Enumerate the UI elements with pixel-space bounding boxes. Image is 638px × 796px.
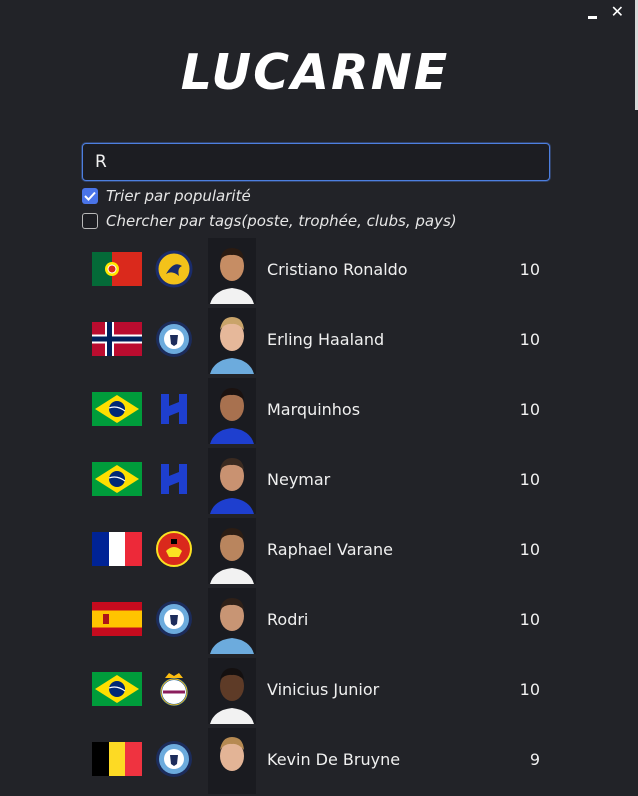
manchester-city-crest-icon: [156, 741, 192, 777]
search-tags-option[interactable]: Chercher par tags(poste, trophée, clubs,…: [82, 212, 457, 230]
player-score: 10: [519, 260, 540, 279]
player-score: 10: [519, 470, 540, 489]
al-hilal-crest-icon: [161, 394, 187, 424]
belgium-flag-icon: [92, 742, 142, 776]
player-photo: [208, 518, 256, 584]
manchester-city-crest-icon: [156, 601, 192, 637]
player-score: 10: [519, 610, 540, 629]
player-photo: [208, 728, 256, 794]
player-score: 10: [519, 330, 540, 349]
player-row[interactable]: Neymar 10: [0, 446, 638, 516]
player-score: 10: [519, 400, 540, 419]
player-name: Erling Haaland: [267, 330, 385, 349]
search-tags-checkbox[interactable]: [82, 213, 98, 229]
player-row[interactable]: Kevin De Bruyne 9: [0, 726, 638, 796]
manchester-united-crest-icon: [156, 531, 192, 567]
player-name: Neymar: [267, 470, 331, 489]
minimize-icon[interactable]: [587, 15, 597, 19]
brazil-flag-icon: [92, 672, 142, 706]
al-hilal-crest-icon: [161, 464, 187, 494]
player-photo: [208, 448, 256, 514]
player-name: Kevin De Bruyne: [267, 750, 401, 769]
player-row[interactable]: Raphael Varane 10: [0, 516, 638, 586]
spain-flag-icon: [92, 602, 142, 636]
norway-flag-icon: [92, 322, 142, 356]
portugal-flag-icon: [92, 252, 142, 286]
player-row[interactable]: Rodri 10: [0, 586, 638, 656]
player-name: Vinicius Junior: [267, 680, 380, 699]
brazil-flag-icon: [92, 462, 142, 496]
player-score: 9: [529, 750, 540, 769]
player-name: Marquinhos: [267, 400, 361, 419]
player-name: Rodri: [267, 610, 309, 629]
search-input[interactable]: [82, 143, 550, 181]
player-photo: [208, 588, 256, 654]
sort-popularity-option[interactable]: Trier par popularité: [82, 187, 251, 205]
player-photo: [208, 658, 256, 724]
sort-popularity-checkbox[interactable]: [82, 188, 98, 204]
sort-popularity-label: Trier par popularité: [106, 187, 251, 205]
player-photo: [208, 308, 256, 374]
player-score: 10: [519, 540, 540, 559]
player-photo: [208, 238, 256, 304]
close-icon[interactable]: ✕: [611, 4, 624, 20]
player-photo: [208, 378, 256, 444]
player-score: 10: [519, 680, 540, 699]
search-tags-label: Chercher par tags(poste, trophée, clubs,…: [106, 212, 457, 230]
france-flag-icon: [92, 532, 142, 566]
window-controls: ✕: [587, 4, 624, 20]
player-name: Raphael Varane: [267, 540, 393, 559]
brazil-flag-icon: [92, 392, 142, 426]
player-row[interactable]: Marquinhos 10: [0, 376, 638, 446]
al-nassr-crest-icon: [155, 250, 193, 288]
player-row[interactable]: Cristiano Ronaldo 10: [0, 236, 638, 306]
manchester-city-crest-icon: [156, 321, 192, 357]
real-madrid-crest-icon: [160, 673, 188, 706]
check-icon: [84, 191, 96, 201]
player-row[interactable]: Erling Haaland 10: [0, 306, 638, 376]
player-row[interactable]: Vinicius Junior 10: [0, 656, 638, 726]
app-title: LUCARNE: [180, 44, 450, 101]
player-name: Cristiano Ronaldo: [267, 260, 408, 279]
